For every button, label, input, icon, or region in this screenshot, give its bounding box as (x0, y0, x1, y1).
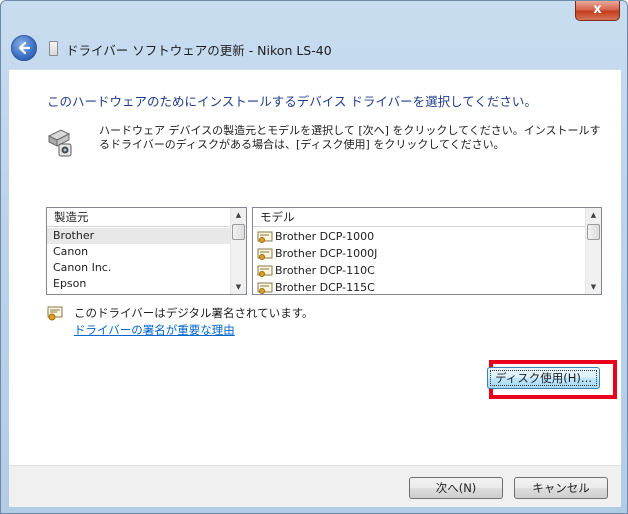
scroll-thumb[interactable] (587, 224, 600, 240)
have-disk-button[interactable]: ディスク使用(H)... (487, 367, 600, 389)
signature-status-text: このドライバーはデジタル署名されています。 (74, 306, 314, 320)
back-arrow-icon (18, 41, 31, 55)
model-list-header: モデル (253, 208, 601, 227)
signature-info-link[interactable]: ドライバーの署名が重要な理由 (74, 322, 235, 338)
next-button[interactable]: 次へ(N) (409, 477, 503, 499)
manufacturer-scrollbar[interactable]: ▲ ▼ (230, 208, 246, 294)
list-item[interactable]: Epson (47, 276, 230, 292)
cancel-button[interactable]: キャンセル (514, 477, 608, 499)
scroll-up-arrow[interactable]: ▲ (231, 208, 246, 222)
content-panel: このハードウェアのためにインストールするデバイス ドライバーを選択してください。… (9, 69, 621, 465)
driver-certificate-icon (257, 282, 273, 294)
list-item[interactable]: Brother DCP-1000 (253, 228, 585, 245)
list-item[interactable]: Brother DCP-115C (253, 279, 585, 294)
manufacturer-list-header: 製造元 (47, 208, 246, 227)
scroll-up-arrow[interactable]: ▲ (586, 208, 601, 222)
model-items: Brother DCP-1000 Brother DCP-1000J Broth… (253, 228, 585, 294)
model-label: Brother DCP-115C (275, 281, 375, 294)
list-item[interactable]: Canon Inc. (47, 260, 230, 276)
model-label: Brother DCP-1000 (275, 230, 375, 243)
next-label: 次へ(N) (435, 481, 477, 495)
list-item[interactable]: Canon (47, 244, 230, 260)
list-item[interactable]: Brother (47, 228, 230, 244)
manufacturer-list[interactable]: 製造元 Brother Canon Canon Inc. Epson ▲ ▼ (46, 207, 247, 295)
page-heading: このハードウェアのためにインストールするデバイス ドライバーを選択してください。 (47, 94, 537, 109)
manufacturer-items: Brother Canon Canon Inc. Epson (47, 228, 230, 294)
scroll-down-arrow[interactable]: ▼ (231, 280, 246, 294)
model-list[interactable]: モデル Brother DCP-1000 Brother DCP-1000J B… (252, 207, 602, 295)
driver-certificate-icon (257, 231, 273, 243)
scanner-hardware-icon (47, 129, 72, 157)
cancel-label: キャンセル (532, 481, 590, 495)
instruction-text: ハードウェア デバイスの製造元とモデルを選択して [次へ] をクリックしてくださ… (99, 124, 601, 151)
list-item[interactable]: Brother DCP-110C (253, 262, 585, 279)
scroll-down-arrow[interactable]: ▼ (586, 280, 601, 294)
certificate-icon (47, 306, 63, 321)
list-item[interactable]: Brother DCP-1000J (253, 245, 585, 262)
device-icon (49, 41, 58, 56)
model-scrollbar[interactable]: ▲ ▼ (585, 208, 601, 294)
model-label: Brother DCP-1000J (275, 247, 378, 260)
driver-certificate-icon (257, 265, 273, 277)
model-label: Brother DCP-110C (275, 264, 375, 277)
dialog-window: x ドライバー ソフトウェアの更新 - Nikon LS-40 このハードウェア… (0, 0, 628, 514)
driver-certificate-icon (257, 248, 273, 260)
scroll-thumb[interactable] (232, 224, 245, 240)
window-title: ドライバー ソフトウェアの更新 - Nikon LS-40 (66, 43, 332, 58)
close-button[interactable]: x (575, 1, 620, 21)
dialog-header: ドライバー ソフトウェアの更新 - Nikon LS-40 (9, 31, 621, 69)
back-button[interactable] (11, 35, 37, 61)
button-bar: 次へ(N) キャンセル (9, 465, 621, 507)
focus-rect (490, 370, 597, 386)
